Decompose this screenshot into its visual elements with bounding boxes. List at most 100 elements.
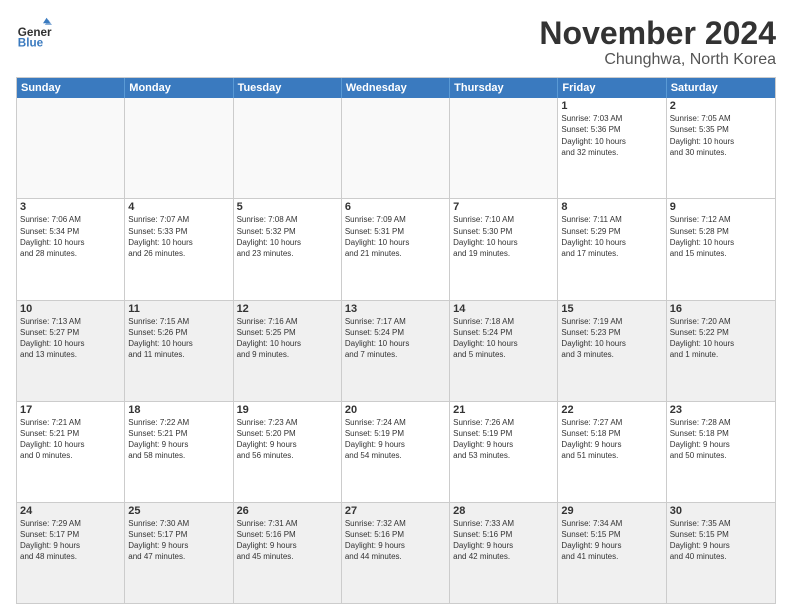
calendar-row-3: 10Sunrise: 7:13 AM Sunset: 5:27 PM Dayli…: [17, 300, 775, 401]
day-cell-6: 6Sunrise: 7:09 AM Sunset: 5:31 PM Daylig…: [342, 199, 450, 299]
calendar-row-5: 24Sunrise: 7:29 AM Sunset: 5:17 PM Dayli…: [17, 502, 775, 603]
day-number: 27: [345, 505, 446, 517]
day-cell-5: 5Sunrise: 7:08 AM Sunset: 5:32 PM Daylig…: [234, 199, 342, 299]
day-number: 24: [20, 505, 121, 517]
page: General Blue November 2024 Chunghwa, Nor…: [0, 0, 792, 612]
day-cell-3: 3Sunrise: 7:06 AM Sunset: 5:34 PM Daylig…: [17, 199, 125, 299]
day-info: Sunrise: 7:15 AM Sunset: 5:26 PM Dayligh…: [128, 316, 229, 361]
day-number: 19: [237, 404, 338, 416]
day-cell-18: 18Sunrise: 7:22 AM Sunset: 5:21 PM Dayli…: [125, 402, 233, 502]
day-cell-14: 14Sunrise: 7:18 AM Sunset: 5:24 PM Dayli…: [450, 301, 558, 401]
day-info: Sunrise: 7:06 AM Sunset: 5:34 PM Dayligh…: [20, 214, 121, 259]
day-info: Sunrise: 7:31 AM Sunset: 5:16 PM Dayligh…: [237, 518, 338, 563]
logo: General Blue: [16, 16, 52, 52]
day-info: Sunrise: 7:20 AM Sunset: 5:22 PM Dayligh…: [670, 316, 772, 361]
header: General Blue November 2024 Chunghwa, Nor…: [16, 16, 776, 69]
day-cell-1: 1Sunrise: 7:03 AM Sunset: 5:36 PM Daylig…: [558, 98, 666, 198]
day-number: 17: [20, 404, 121, 416]
day-number: 16: [670, 303, 772, 315]
day-cell-4: 4Sunrise: 7:07 AM Sunset: 5:33 PM Daylig…: [125, 199, 233, 299]
day-info: Sunrise: 7:23 AM Sunset: 5:20 PM Dayligh…: [237, 417, 338, 462]
day-cell-13: 13Sunrise: 7:17 AM Sunset: 5:24 PM Dayli…: [342, 301, 450, 401]
calendar: SundayMondayTuesdayWednesdayThursdayFrid…: [16, 77, 776, 604]
header-day-saturday: Saturday: [667, 78, 775, 98]
subtitle: Chunghwa, North Korea: [539, 51, 776, 69]
header-day-sunday: Sunday: [17, 78, 125, 98]
day-cell-26: 26Sunrise: 7:31 AM Sunset: 5:16 PM Dayli…: [234, 503, 342, 603]
calendar-row-4: 17Sunrise: 7:21 AM Sunset: 5:21 PM Dayli…: [17, 401, 775, 502]
day-info: Sunrise: 7:27 AM Sunset: 5:18 PM Dayligh…: [561, 417, 662, 462]
empty-cell-0-4: [450, 98, 558, 198]
day-number: 3: [20, 201, 121, 213]
header-day-tuesday: Tuesday: [234, 78, 342, 98]
day-cell-9: 9Sunrise: 7:12 AM Sunset: 5:28 PM Daylig…: [667, 199, 775, 299]
day-info: Sunrise: 7:32 AM Sunset: 5:16 PM Dayligh…: [345, 518, 446, 563]
day-info: Sunrise: 7:07 AM Sunset: 5:33 PM Dayligh…: [128, 214, 229, 259]
day-number: 28: [453, 505, 554, 517]
day-cell-17: 17Sunrise: 7:21 AM Sunset: 5:21 PM Dayli…: [17, 402, 125, 502]
day-cell-25: 25Sunrise: 7:30 AM Sunset: 5:17 PM Dayli…: [125, 503, 233, 603]
day-number: 21: [453, 404, 554, 416]
day-number: 25: [128, 505, 229, 517]
empty-cell-0-1: [125, 98, 233, 198]
day-number: 10: [20, 303, 121, 315]
day-number: 12: [237, 303, 338, 315]
day-info: Sunrise: 7:19 AM Sunset: 5:23 PM Dayligh…: [561, 316, 662, 361]
header-day-wednesday: Wednesday: [342, 78, 450, 98]
header-day-friday: Friday: [558, 78, 666, 98]
day-number: 11: [128, 303, 229, 315]
day-info: Sunrise: 7:09 AM Sunset: 5:31 PM Dayligh…: [345, 214, 446, 259]
day-number: 18: [128, 404, 229, 416]
empty-cell-0-2: [234, 98, 342, 198]
day-info: Sunrise: 7:05 AM Sunset: 5:35 PM Dayligh…: [670, 113, 772, 158]
day-info: Sunrise: 7:26 AM Sunset: 5:19 PM Dayligh…: [453, 417, 554, 462]
day-number: 22: [561, 404, 662, 416]
day-cell-8: 8Sunrise: 7:11 AM Sunset: 5:29 PM Daylig…: [558, 199, 666, 299]
day-info: Sunrise: 7:29 AM Sunset: 5:17 PM Dayligh…: [20, 518, 121, 563]
day-number: 23: [670, 404, 772, 416]
day-number: 5: [237, 201, 338, 213]
day-info: Sunrise: 7:08 AM Sunset: 5:32 PM Dayligh…: [237, 214, 338, 259]
day-info: Sunrise: 7:33 AM Sunset: 5:16 PM Dayligh…: [453, 518, 554, 563]
day-cell-20: 20Sunrise: 7:24 AM Sunset: 5:19 PM Dayli…: [342, 402, 450, 502]
day-number: 14: [453, 303, 554, 315]
day-info: Sunrise: 7:21 AM Sunset: 5:21 PM Dayligh…: [20, 417, 121, 462]
day-info: Sunrise: 7:11 AM Sunset: 5:29 PM Dayligh…: [561, 214, 662, 259]
title-block: November 2024 Chunghwa, North Korea: [539, 16, 776, 69]
day-cell-28: 28Sunrise: 7:33 AM Sunset: 5:16 PM Dayli…: [450, 503, 558, 603]
day-info: Sunrise: 7:18 AM Sunset: 5:24 PM Dayligh…: [453, 316, 554, 361]
day-number: 2: [670, 100, 772, 112]
day-number: 29: [561, 505, 662, 517]
day-number: 1: [561, 100, 662, 112]
day-info: Sunrise: 7:35 AM Sunset: 5:15 PM Dayligh…: [670, 518, 772, 563]
day-cell-19: 19Sunrise: 7:23 AM Sunset: 5:20 PM Dayli…: [234, 402, 342, 502]
day-info: Sunrise: 7:34 AM Sunset: 5:15 PM Dayligh…: [561, 518, 662, 563]
day-cell-11: 11Sunrise: 7:15 AM Sunset: 5:26 PM Dayli…: [125, 301, 233, 401]
calendar-row-2: 3Sunrise: 7:06 AM Sunset: 5:34 PM Daylig…: [17, 198, 775, 299]
day-number: 9: [670, 201, 772, 213]
day-cell-7: 7Sunrise: 7:10 AM Sunset: 5:30 PM Daylig…: [450, 199, 558, 299]
day-info: Sunrise: 7:17 AM Sunset: 5:24 PM Dayligh…: [345, 316, 446, 361]
day-info: Sunrise: 7:30 AM Sunset: 5:17 PM Dayligh…: [128, 518, 229, 563]
day-cell-10: 10Sunrise: 7:13 AM Sunset: 5:27 PM Dayli…: [17, 301, 125, 401]
day-number: 15: [561, 303, 662, 315]
day-cell-16: 16Sunrise: 7:20 AM Sunset: 5:22 PM Dayli…: [667, 301, 775, 401]
header-day-thursday: Thursday: [450, 78, 558, 98]
day-number: 7: [453, 201, 554, 213]
logo-icon: General Blue: [16, 16, 52, 52]
day-number: 30: [670, 505, 772, 517]
day-number: 26: [237, 505, 338, 517]
day-cell-24: 24Sunrise: 7:29 AM Sunset: 5:17 PM Dayli…: [17, 503, 125, 603]
main-title: November 2024: [539, 16, 776, 51]
day-number: 4: [128, 201, 229, 213]
day-info: Sunrise: 7:03 AM Sunset: 5:36 PM Dayligh…: [561, 113, 662, 158]
day-cell-23: 23Sunrise: 7:28 AM Sunset: 5:18 PM Dayli…: [667, 402, 775, 502]
day-info: Sunrise: 7:12 AM Sunset: 5:28 PM Dayligh…: [670, 214, 772, 259]
day-number: 13: [345, 303, 446, 315]
header-day-monday: Monday: [125, 78, 233, 98]
day-cell-30: 30Sunrise: 7:35 AM Sunset: 5:15 PM Dayli…: [667, 503, 775, 603]
day-cell-29: 29Sunrise: 7:34 AM Sunset: 5:15 PM Dayli…: [558, 503, 666, 603]
empty-cell-0-0: [17, 98, 125, 198]
day-number: 6: [345, 201, 446, 213]
calendar-row-1: 1Sunrise: 7:03 AM Sunset: 5:36 PM Daylig…: [17, 98, 775, 198]
